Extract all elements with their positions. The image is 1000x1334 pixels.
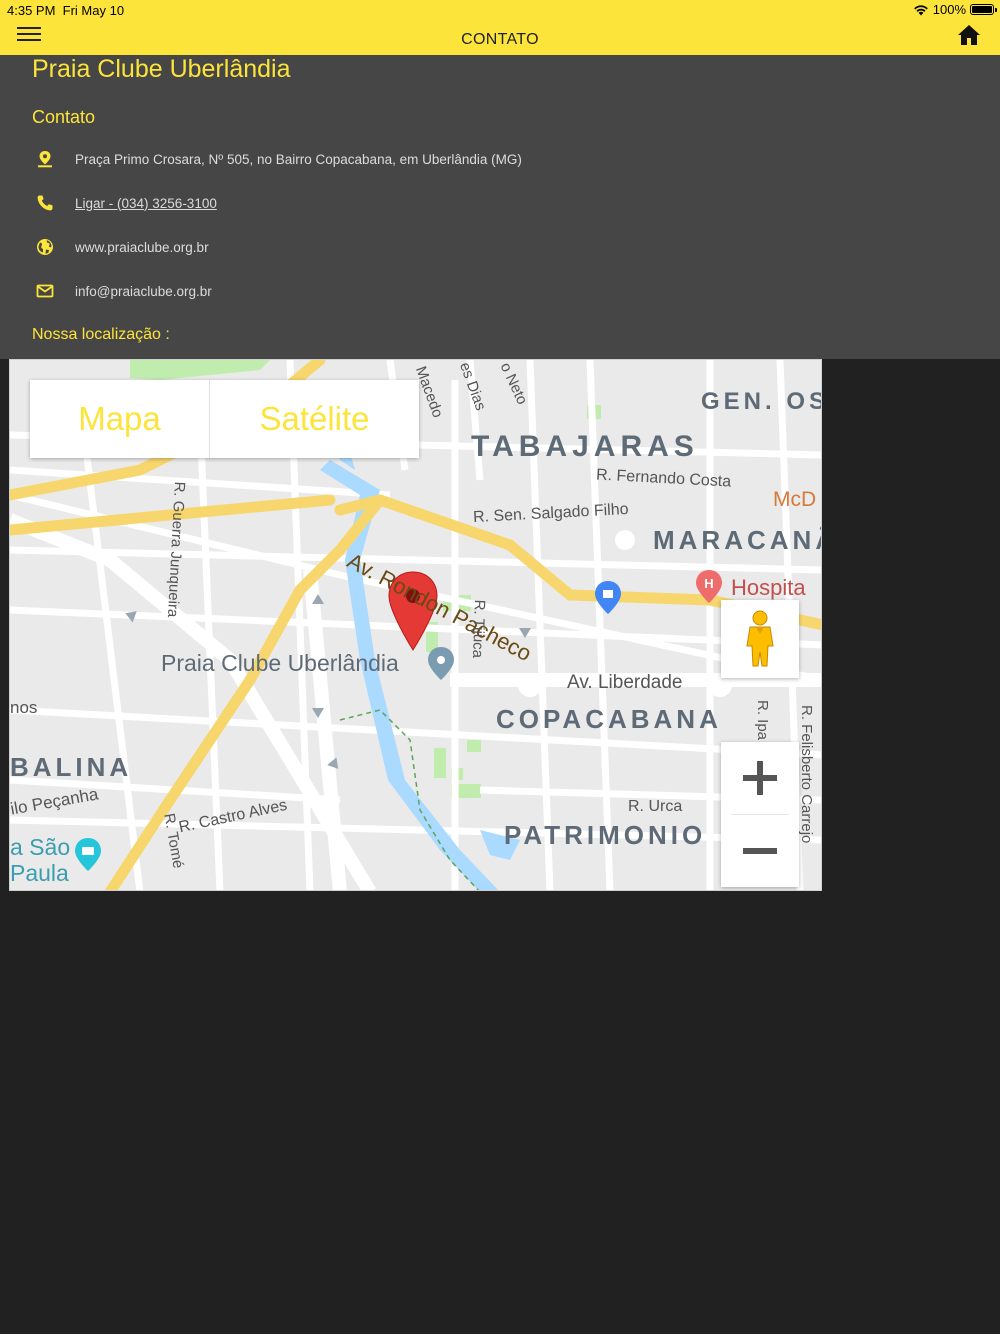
contact-panel: Praia Clube Uberlândia Contato Praça Pri… <box>0 55 1000 359</box>
wifi-icon <box>913 4 928 15</box>
map-label-urca: R. Urca <box>628 798 683 815</box>
address-row: Praça Primo Crosara, Nº 505, no Bairro C… <box>36 150 522 168</box>
email-text[interactable]: info@praiaclube.org.br <box>75 284 212 299</box>
battery-icon <box>970 4 997 15</box>
map-label-balina: BALINA <box>10 752 133 782</box>
map-label-liberdade: Av. Liberdade <box>567 672 683 693</box>
hamburger-line <box>17 27 41 29</box>
map-label-patrimonio: PATRIMONIO <box>504 820 707 850</box>
address-text: Praça Primo Crosara, Nº 505, no Bairro C… <box>75 151 522 167</box>
map-label-nos: nos <box>10 698 38 717</box>
status-clock: 4:35 PM <box>7 3 56 18</box>
map-label-place: Praia Clube Uberlândia <box>161 650 399 676</box>
website-text[interactable]: www.praiaclube.org.br <box>75 240 209 255</box>
map-label-maracana: MARACANÃ <box>653 525 822 555</box>
svg-text:H: H <box>704 576 713 591</box>
map-label-hospital: Hospita <box>731 575 806 600</box>
map-label-copacabana: COPACABANA <box>496 704 722 734</box>
location-heading: Nossa localização : <box>32 326 170 343</box>
zoom-control <box>721 742 799 887</box>
globe-icon <box>37 239 53 255</box>
website-row[interactable]: www.praiaclube.org.br <box>36 238 209 256</box>
zoom-out-button[interactable] <box>721 815 799 887</box>
battery-percent: 100% <box>932 2 966 17</box>
phone-row[interactable]: Ligar - (034) 3256-3100 <box>36 194 217 212</box>
pegman-icon <box>746 610 774 667</box>
email-row[interactable]: info@praiaclube.org.br <box>36 282 212 300</box>
google-map[interactable]: H GEN. OS TABAJARAS R. Fernando Costa Mc… <box>9 359 822 891</box>
top-bar: 4:35 PM Fri May 10 100% CONTATO <box>0 0 1000 55</box>
map-type-map-button[interactable]: Mapa <box>30 380 210 458</box>
map-type-control: Mapa Satélite <box>30 380 419 458</box>
map-label-gen: GEN. OS <box>701 388 822 415</box>
map-label-mcd: McD <box>773 488 817 511</box>
status-date: Fri May 10 <box>62 3 125 18</box>
map-label-sao-paulo-2: Paula <box>10 860 69 886</box>
location-pin-icon <box>38 151 52 168</box>
phone-link[interactable]: Ligar - (034) 3256-3100 <box>75 196 217 211</box>
home-icon[interactable] <box>957 24 981 46</box>
map-label-ipa: R. Ipa <box>754 700 771 741</box>
mail-icon <box>36 284 54 298</box>
status-indicators: 100% <box>913 2 997 17</box>
map-label-felisberto: R. Felisberto Carrejo <box>798 705 815 844</box>
plus-icon <box>743 761 777 795</box>
page-title: CONTATO <box>461 31 539 48</box>
phone-icon <box>37 195 53 211</box>
zoom-in-button[interactable] <box>721 742 799 814</box>
map-label-sao-paulo-1: a São <box>10 834 71 860</box>
contact-heading: Contato <box>32 107 96 127</box>
map-label-tijuca: R. Tijuca <box>468 599 488 659</box>
street-view-button[interactable] <box>721 600 799 678</box>
club-name: Praia Clube Uberlândia <box>32 55 291 83</box>
minus-icon <box>743 848 777 854</box>
map-label-tabajaras: TABAJARAS <box>471 430 699 463</box>
map-type-satellite-button[interactable]: Satélite <box>210 380 419 458</box>
status-time: 4:35 PM Fri May 10 <box>7 3 124 18</box>
